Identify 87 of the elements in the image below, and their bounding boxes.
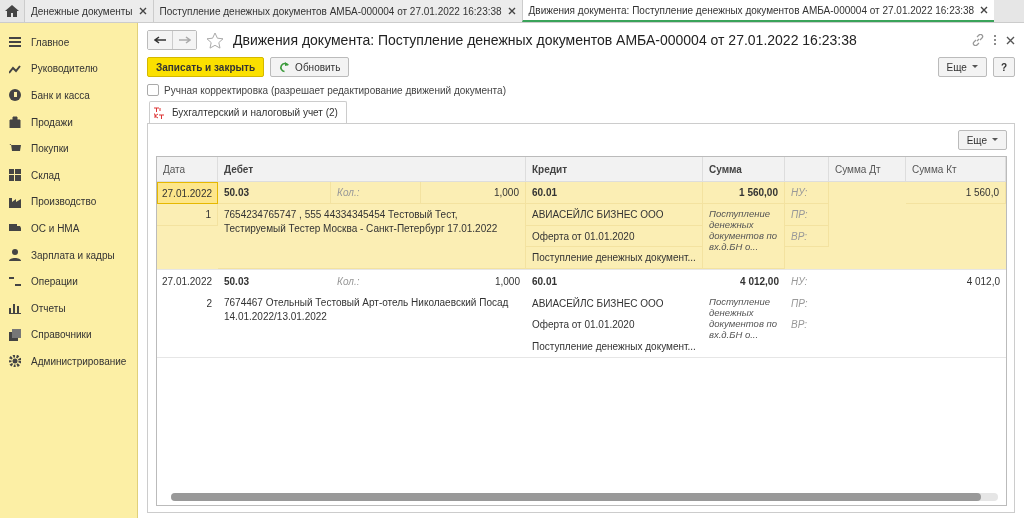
table-cell-text: АВИАСЕЙЛС БИЗНЕС ООО xyxy=(531,296,665,311)
sidebar-item[interactable]: Администрирование xyxy=(0,348,137,375)
sidebar-item[interactable]: Склад xyxy=(0,161,137,189)
more-icon[interactable] xyxy=(993,34,997,46)
sidebar-item[interactable]: Банк и касса xyxy=(0,82,137,109)
refresh-icon xyxy=(279,61,291,73)
window-title: Движения документа: Поступление денежных документов АМБА-000004 от 27.01.2022 16:23:38 xyxy=(233,32,858,48)
table-cell-text: 2 xyxy=(205,296,213,311)
table-cell: 1 560,00 xyxy=(703,182,785,204)
table-cell: 1 560,0 xyxy=(906,182,1006,204)
help-button[interactable]: ? xyxy=(992,57,1015,77)
table-cell: НУ: xyxy=(785,182,829,204)
table-cell-text: 4 012,0 xyxy=(965,274,1001,289)
sidebar-item[interactable]: Руководителю xyxy=(0,55,137,83)
table-cell: Поступление денежных документ... xyxy=(526,247,703,269)
table-cell-text: НУ: xyxy=(790,274,809,289)
window-tab[interactable]: Поступление денежных документов АМБА-000004 от 27.01.2022 16:23:38 xyxy=(152,0,522,22)
table-cell-text: 4 012,00 xyxy=(739,274,780,289)
close-icon[interactable] xyxy=(138,7,147,15)
table-cell: 60.01 xyxy=(526,182,703,204)
register-tab[interactable]: Бухгалтерский и налоговый учет (2) xyxy=(149,101,347,123)
table-cell: Кол.: xyxy=(331,182,421,204)
column-header: Дебет xyxy=(218,157,526,181)
person-icon xyxy=(9,249,21,262)
window-tab[interactable]: Денежные документы xyxy=(24,0,153,22)
arrow-left-icon xyxy=(154,36,166,44)
table-cell: 50.03 xyxy=(218,182,331,204)
sidebar-item[interactable]: Отчеты xyxy=(0,294,137,322)
column-header: Кредит xyxy=(526,157,703,181)
star-icon[interactable] xyxy=(206,31,224,49)
column-header: Сумма Дт xyxy=(829,157,906,181)
checkbox-label: Ручная корректировка (разрешает редактирование движений документа) xyxy=(164,84,506,96)
table-cell-text: Поступление денежных документ... xyxy=(531,339,697,354)
arrow-right-icon xyxy=(178,36,191,44)
table-cell: 7654234765747 , 555 44334345454 Тестовый Тест, Тестируемый Тестер Москва - Санкт-Петербург 17.01.2022 xyxy=(218,204,526,269)
table-cell: 1,000 xyxy=(421,182,526,204)
table-cell-text: 7674467 Отельный Тестовый Арт-отель Николаевский Посад 14.01.2022/13.01.2022 xyxy=(223,296,510,324)
table-cell-text: ВР: xyxy=(790,318,808,332)
table-cell-text: Кол.: xyxy=(336,274,361,289)
window-tab[interactable]: Движения документа: Поступление денежных документов АМБА-000004 от 27.01.2022 16:23:38 xyxy=(521,0,995,22)
sidebar-item[interactable]: Производство xyxy=(0,188,137,216)
sidebar-item[interactable]: ОС и НМА xyxy=(0,215,137,242)
save-close-button[interactable]: Записать и закрыть xyxy=(147,57,265,77)
column-header: Дата xyxy=(157,157,218,181)
refresh-button[interactable]: Обновить xyxy=(270,57,350,77)
table-cell: Оферта от 01.01.2020 xyxy=(526,226,703,247)
sidebar-item[interactable]: Зарплата и кадры xyxy=(0,241,137,269)
grid-icon xyxy=(9,169,21,182)
table-cell: АВИАСЕЙЛС БИЗНЕС ООО xyxy=(526,204,703,226)
table-cell-text: Оферта от 01.01.2020 xyxy=(531,318,636,332)
more-button[interactable]: Еще xyxy=(957,130,1007,150)
close-icon[interactable] xyxy=(1006,35,1015,45)
factory-icon xyxy=(9,195,21,208)
table-cell: Поступление денежных документов по вх.д.БН о... xyxy=(703,204,785,269)
column-header: Сумма xyxy=(703,157,785,181)
sidebar-item[interactable]: Операции xyxy=(0,268,137,295)
menu-icon xyxy=(9,36,21,49)
back-button[interactable] xyxy=(148,31,172,49)
caret-icon xyxy=(992,138,998,142)
more-button[interactable]: Еще xyxy=(937,57,987,77)
sidebar-item[interactable]: Покупки xyxy=(0,135,137,162)
table-cell-text: Поступление денежных документов по вх.д.БН о... xyxy=(708,295,778,342)
table-cell-text: ПР: xyxy=(790,296,809,311)
close-icon[interactable] xyxy=(507,7,516,15)
checkbox[interactable] xyxy=(147,84,159,96)
table-cell-text: 50.03 xyxy=(223,274,251,289)
bar-chart-icon xyxy=(9,302,21,315)
table-cell: 27.01.2022 xyxy=(157,182,218,204)
books-icon xyxy=(9,328,21,341)
sidebar-item[interactable]: Главное xyxy=(0,29,137,56)
link-icon[interactable] xyxy=(972,34,984,46)
bag-icon xyxy=(9,116,21,129)
table-cell-text: 27.01.2022 xyxy=(161,274,214,289)
horizontal-scrollbar[interactable] xyxy=(171,493,998,501)
table-cell: 1 xyxy=(157,204,218,226)
sidebar-item[interactable]: Продажи xyxy=(0,108,137,136)
table-cell-text: 60.01 xyxy=(531,274,559,289)
column-header: Сумма Кт xyxy=(906,157,1006,181)
table-cell-text: 1,000 xyxy=(493,274,521,289)
close-icon[interactable] xyxy=(980,6,989,14)
gear-icon xyxy=(9,355,21,368)
caret-icon xyxy=(971,65,978,69)
table-cell: ВР: xyxy=(785,226,829,247)
coin-icon xyxy=(9,89,21,102)
table-row[interactable] xyxy=(157,182,1006,270)
sidebar-item[interactable]: Справочники xyxy=(0,321,137,349)
table-cell: ПР: xyxy=(785,204,829,226)
